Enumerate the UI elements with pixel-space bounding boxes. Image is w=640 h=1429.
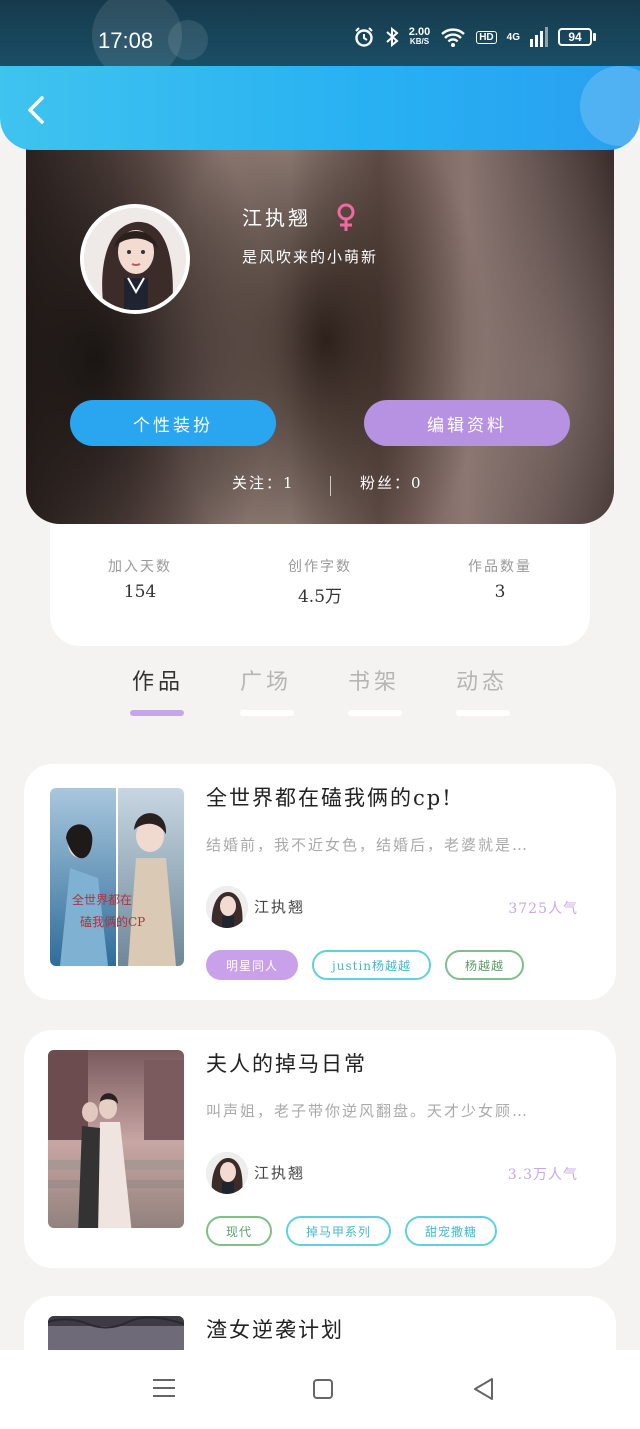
- home-icon[interactable]: [312, 1378, 334, 1400]
- stat-label: 创作字数: [288, 559, 352, 575]
- decorative-bubble: [168, 20, 208, 60]
- tag[interactable]: 掉马甲系列: [286, 1216, 392, 1246]
- tag-list: 现代 掉马甲系列 甜宠撒糖: [206, 1216, 498, 1246]
- stat-value: 4.5万: [297, 587, 343, 607]
- tag[interactable]: 甜宠撒糖: [405, 1216, 498, 1246]
- profile-header-card: 江执翘 是风吹来的小萌新 个性装扮 编辑资料 关注：1 粉丝：0: [26, 120, 614, 524]
- avatar-illustration: [84, 208, 186, 310]
- followers-count[interactable]: 粉丝：0: [360, 472, 423, 493]
- stats-card: 加入天数 154 创作字数 4.5万 作品数量 3: [50, 522, 590, 646]
- signal-icon: [530, 27, 548, 47]
- work-description: 结婚前，我不近女色，结婚后，老婆就是…: [206, 836, 530, 854]
- tag[interactable]: justin杨越越: [312, 950, 432, 980]
- work-title[interactable]: 全世界都在磕我俩的cp!: [206, 782, 453, 812]
- tab-works[interactable]: 作品: [118, 664, 198, 696]
- tab-square[interactable]: 广场: [226, 664, 306, 696]
- author-name: 江执翘: [254, 898, 306, 916]
- work-description: 叫声姐，老子带你逆风翻盘。天才少女顾…: [206, 1102, 530, 1120]
- author-avatar[interactable]: [206, 1152, 248, 1194]
- stat-word-count: 创作字数 4.5万: [260, 556, 380, 607]
- popularity-count: 3.3万人气: [507, 1167, 578, 1183]
- hd-badge: HD: [476, 30, 497, 44]
- follow-stats: 关注：1 粉丝：0: [26, 472, 614, 502]
- status-icons: 2.00 KB/S HD 4G 94: [353, 26, 596, 48]
- following-count[interactable]: 关注：1: [232, 472, 295, 493]
- alarm-icon: [355, 27, 373, 47]
- tab-bookshelf[interactable]: 书架: [334, 664, 414, 696]
- edit-profile-button[interactable]: 编辑资料: [364, 400, 570, 446]
- decorative-bubble: [580, 66, 640, 146]
- tab-indicator-active: [130, 710, 184, 716]
- user-bio: 是风吹来的小萌新: [242, 248, 379, 266]
- stat-join-days: 加入天数 154: [80, 556, 200, 602]
- stat-value: 3: [494, 582, 506, 602]
- work-cover-image[interactable]: [48, 1050, 184, 1228]
- back-arrow-icon[interactable]: [20, 94, 52, 126]
- profile-tabs: 作品 广场 书架 动态: [0, 662, 640, 722]
- battery-level: 94: [558, 28, 592, 46]
- tag-list: 明星同人 justin杨越越 杨越越: [206, 950, 525, 980]
- stat-value: 154: [123, 582, 157, 602]
- work-cover-image[interactable]: 全世界都在 磕我俩的CP: [50, 788, 184, 966]
- user-name: 江执翘: [242, 206, 311, 230]
- status-time: 17:08: [98, 28, 154, 53]
- battery-indicator: 94: [558, 28, 596, 46]
- popularity-count: 3725人气: [508, 901, 578, 917]
- divider: [330, 476, 331, 496]
- bluetooth-icon: [386, 26, 399, 48]
- network-type: 4G: [506, 31, 520, 43]
- net-speed-value: 2.00: [408, 26, 431, 38]
- tag[interactable]: 现代: [206, 1216, 273, 1246]
- work-card[interactable]: 夫人的掉马日常 叫声姐，老子带你逆风翻盘。天才少女顾… 江执翘 3.3万人气 现…: [24, 1030, 616, 1268]
- cover-text: 磕我俩的CP: [80, 914, 145, 929]
- menu-icon[interactable]: [152, 1376, 176, 1400]
- stat-label: 加入天数: [108, 559, 172, 575]
- author-avatar[interactable]: [206, 886, 248, 928]
- status-bar: 17:08 2.00 KB/S HD 4G 94: [0, 0, 640, 80]
- stat-label: 作品数量: [468, 559, 532, 575]
- author-avatar-illustration: [206, 1152, 248, 1194]
- tab-indicator: [456, 710, 510, 716]
- tab-indicator: [348, 710, 402, 716]
- tab-activity[interactable]: 动态: [442, 664, 522, 696]
- tab-indicator: [240, 710, 294, 716]
- work-title[interactable]: 渣女逆袭计划: [206, 1314, 344, 1344]
- work-title[interactable]: 夫人的掉马日常: [206, 1048, 367, 1078]
- author-avatar-illustration: [206, 886, 248, 928]
- personalize-button[interactable]: 个性装扮: [70, 400, 276, 446]
- system-nav-bar: [0, 1350, 640, 1429]
- back-icon[interactable]: [472, 1377, 494, 1401]
- stat-work-count: 作品数量 3: [440, 556, 560, 602]
- female-gender-icon: [337, 203, 355, 231]
- top-bar: [0, 66, 640, 150]
- cover-text: 全世界都在: [72, 892, 132, 907]
- net-speed: 2.00 KB/S: [409, 27, 430, 47]
- avatar[interactable]: [80, 204, 190, 314]
- author-name: 江执翘: [254, 1164, 306, 1182]
- net-speed-unit: KB/S: [409, 37, 430, 46]
- wifi-icon: [441, 28, 466, 47]
- cover-illustration: 全世界都在 磕我俩的CP: [50, 788, 184, 966]
- battery-tip: [593, 33, 596, 41]
- tag[interactable]: 杨越越: [445, 950, 525, 980]
- cover-illustration: [48, 1050, 184, 1228]
- tag[interactable]: 明星同人: [206, 950, 299, 980]
- work-card[interactable]: 全世界都在 磕我俩的CP 全世界都在磕我俩的cp! 结婚前，我不近女色，结婚后，…: [24, 764, 616, 1000]
